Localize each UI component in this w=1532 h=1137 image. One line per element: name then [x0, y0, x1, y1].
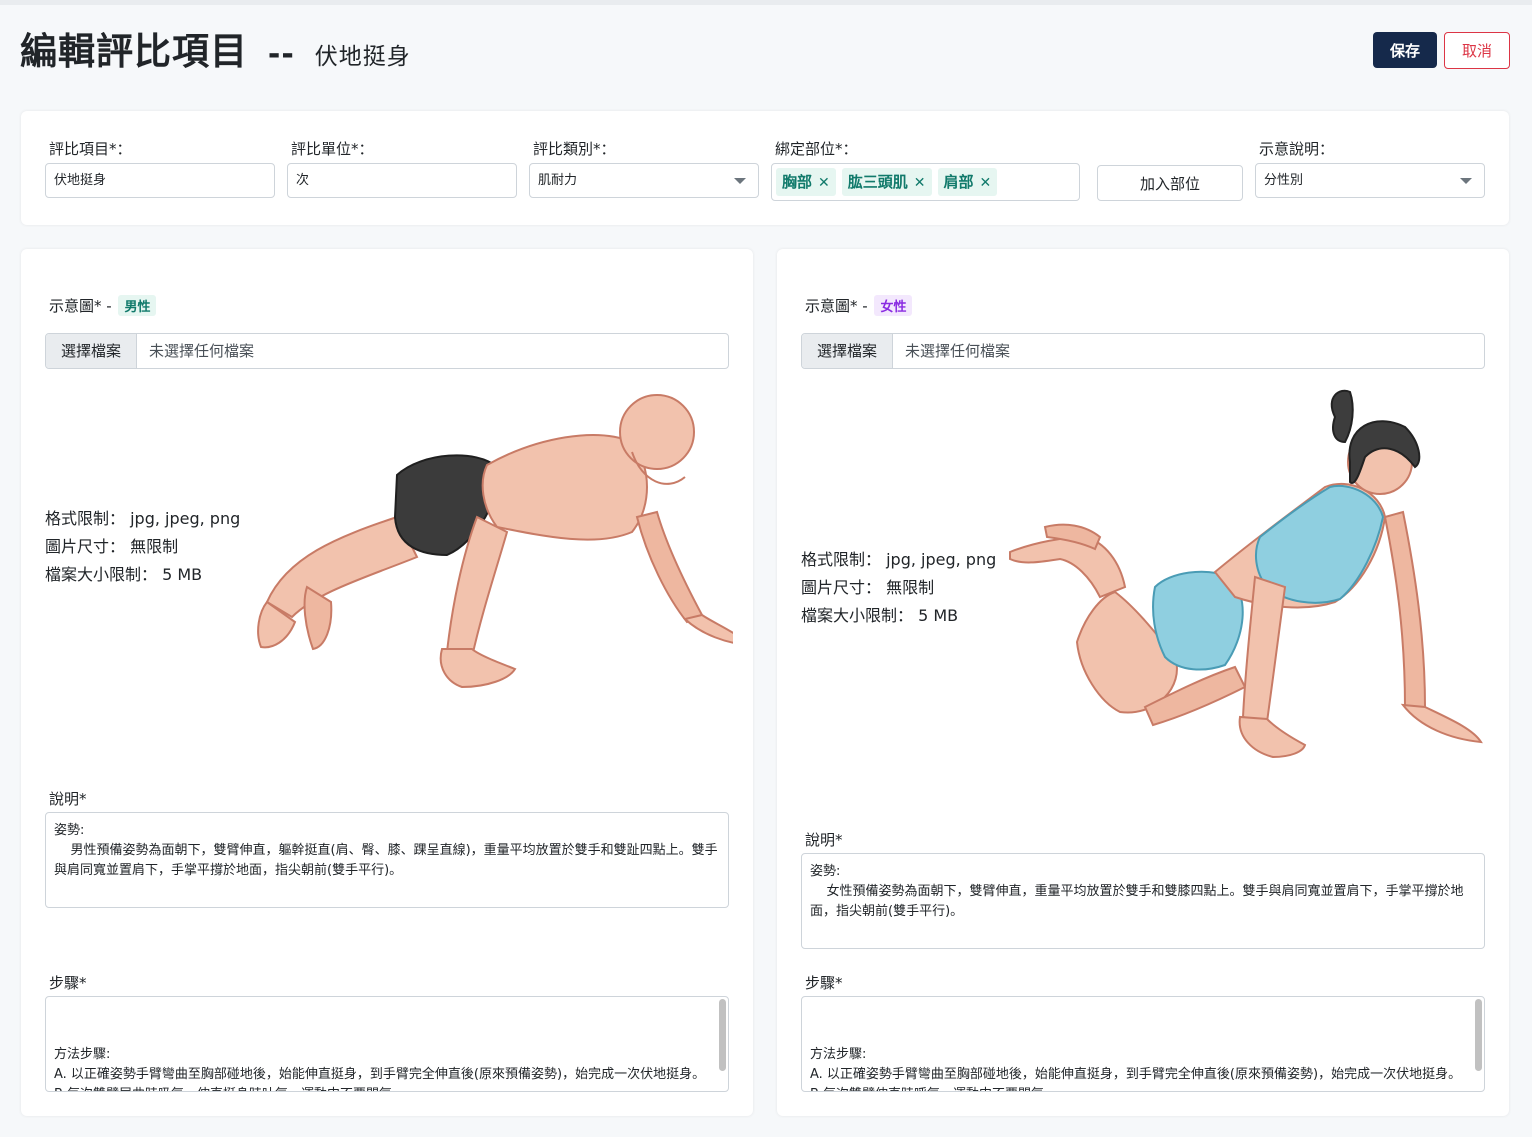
steps-text: 方法步驟: A. 以正確姿勢手臂彎曲至胸部碰地後，始能伸直挺身，到手臂完全伸直後…	[54, 1047, 706, 1091]
male-pushup-illustration	[257, 394, 733, 689]
body-part-tag: 胸部 ✕	[776, 168, 836, 196]
steps-text: 方法步驟: A. 以正確姿勢手臂彎曲至胸部碰地後，始能伸直挺身，到手臂完全伸直後…	[810, 1047, 1462, 1091]
top-strip	[0, 0, 1532, 5]
body-part-tag-label: 胸部	[782, 173, 813, 191]
category-label: 評比類別*：	[533, 140, 616, 158]
female-file-input[interactable]: 選擇檔案 未選擇任何檔案	[801, 333, 1485, 369]
female-upload-specs: 格式限制： jpg, jpeg, png 圖片尺寸： 無限制 檔案大小限制： 5…	[801, 546, 996, 630]
file-status: 未選擇任何檔案	[149, 342, 255, 360]
category-select-value: 肌耐力	[538, 173, 578, 188]
male-description-label: 說明*	[49, 790, 87, 808]
chevron-down-icon	[1460, 178, 1472, 184]
male-file-input[interactable]: 選擇檔案 未選擇任何檔案	[45, 333, 729, 369]
female-panel: 示意圖* - 女性 選擇檔案 未選擇任何檔案 格式限制： jpg, jpeg, …	[777, 249, 1509, 1116]
category-select[interactable]: 肌耐力	[529, 163, 759, 198]
gender-badge-male: 男性	[118, 295, 157, 316]
gender-badge-female: 女性	[874, 295, 913, 316]
add-body-part-button[interactable]: 加入部位	[1097, 165, 1243, 201]
unit-label: 評比單位*：	[291, 140, 374, 158]
format-limit: 格式限制： jpg, jpeg, png	[801, 550, 997, 569]
page-title-text: 編輯評比項目	[20, 30, 248, 73]
image-size-limit: 圖片尺寸： 無限制	[801, 578, 935, 597]
format-limit: 格式限制： jpg, jpeg, png	[45, 509, 241, 528]
unit-input[interactable]: 次	[287, 163, 517, 198]
body-parts-label: 綁定部位*：	[775, 140, 858, 158]
body-part-tag-label: 肱三頭肌	[847, 173, 908, 191]
close-icon[interactable]: ✕	[818, 175, 830, 191]
page-subtitle: 伏地挺身	[314, 44, 411, 70]
save-button[interactable]: 保存	[1373, 32, 1437, 68]
page-header: 編輯評比項目 -- 伏地挺身 保存 取消	[20, 28, 1510, 76]
image-size-limit: 圖片尺寸： 無限制	[45, 537, 179, 556]
textarea-scrollbar[interactable]	[1475, 999, 1482, 1071]
page-title: 編輯評比項目 -- 伏地挺身	[20, 28, 411, 81]
file-status: 未選擇任何檔案	[905, 342, 1011, 360]
item-form-card: 評比項目*： 伏地挺身 評比單位*： 次 評比類別*： 肌耐力 綁定部位*： 胸…	[21, 111, 1509, 225]
title-separator: --	[267, 37, 295, 72]
female-description-textarea[interactable]: 姿勢: 女性預備姿勢為面朝下，雙臂伸直，重量平均放置於雙手和雙膝四點上。雙手與肩…	[801, 853, 1485, 949]
file-size-limit: 檔案大小限制： 5 MB	[45, 565, 203, 584]
male-steps-label: 步驟*	[49, 974, 87, 992]
female-steps-label: 步驟*	[805, 974, 843, 992]
female-description-label: 說明*	[805, 831, 843, 849]
body-part-tag: 肱三頭肌 ✕	[841, 168, 932, 196]
male-image-label: 示意圖* - 男性	[49, 295, 157, 316]
close-icon[interactable]: ✕	[914, 175, 926, 191]
male-description-textarea[interactable]: 姿勢: 男性預備姿勢為面朝下，雙臂伸直，軀幹挺直(肩、臀、膝、踝呈直線)，重量平…	[45, 812, 729, 908]
cancel-button[interactable]: 取消	[1444, 32, 1510, 69]
image-label-text: 示意圖* -	[805, 297, 868, 315]
file-size-limit: 檔案大小限制： 5 MB	[801, 606, 959, 625]
item-name-label: 評比項目*：	[49, 140, 132, 158]
hint-select[interactable]: 分性別	[1255, 163, 1485, 198]
choose-file-button[interactable]: 選擇檔案	[46, 334, 137, 368]
item-name-input[interactable]: 伏地挺身	[45, 163, 275, 198]
hint-select-value: 分性別	[1264, 173, 1304, 188]
body-parts-tag-input[interactable]: 胸部 ✕ 肱三頭肌 ✕ 肩部 ✕	[771, 163, 1080, 201]
body-part-tag-label: 肩部	[943, 173, 974, 191]
female-steps-textarea[interactable]: 方法步驟: A. 以正確姿勢手臂彎曲至胸部碰地後，始能伸直挺身，到手臂完全伸直後…	[801, 996, 1485, 1092]
female-image-label: 示意圖* - 女性	[805, 295, 913, 316]
image-label-text: 示意圖* -	[49, 297, 112, 315]
female-pushup-illustration	[1009, 389, 1483, 759]
hint-label: 示意說明：	[1259, 140, 1335, 158]
chevron-down-icon	[734, 178, 746, 184]
male-steps-textarea[interactable]: 方法步驟: A. 以正確姿勢手臂彎曲至胸部碰地後，始能伸直挺身，到手臂完全伸直後…	[45, 996, 729, 1092]
choose-file-button[interactable]: 選擇檔案	[802, 334, 893, 368]
close-icon[interactable]: ✕	[980, 175, 992, 191]
textarea-scrollbar[interactable]	[719, 999, 726, 1071]
body-part-tag: 肩部 ✕	[937, 168, 998, 196]
male-panel: 示意圖* - 男性 選擇檔案 未選擇任何檔案 格式限制： jpg, jpeg, …	[21, 249, 753, 1116]
male-upload-specs: 格式限制： jpg, jpeg, png 圖片尺寸： 無限制 檔案大小限制： 5…	[45, 505, 240, 589]
